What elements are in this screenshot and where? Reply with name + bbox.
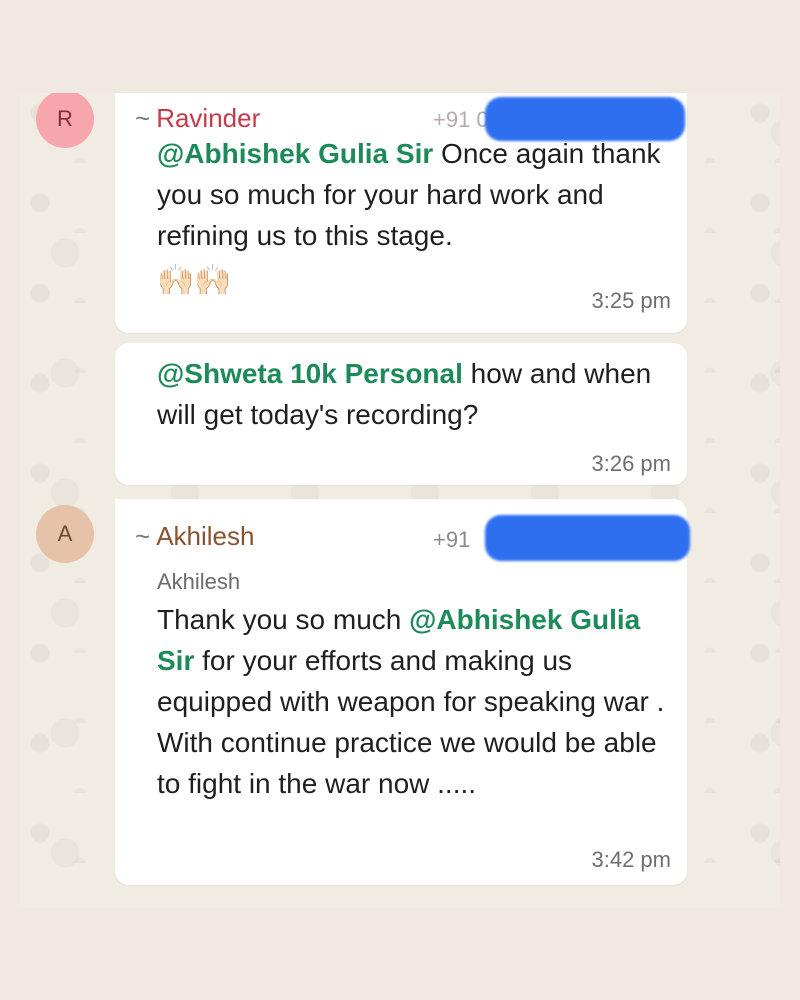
sender-name[interactable]: ~ Akhilesh (135, 521, 254, 552)
sender-label: Akhilesh (156, 521, 255, 551)
mention-link[interactable]: @Abhishek Gulia Sir (157, 138, 433, 169)
avatar-letter: A (57, 521, 73, 546)
message-bubble[interactable]: ~ Akhilesh +91 Akhilesh Thank you so much… (115, 499, 690, 885)
avatar[interactable]: R (36, 93, 94, 148)
avatar[interactable]: A (36, 505, 94, 563)
sender-label: Ravinder (156, 103, 261, 133)
sender-push-name: Akhilesh (157, 569, 241, 594)
chat-panel[interactable]: R ~ Ravinder +91 07 @Abhishek Gulia Sir O… (20, 93, 780, 908)
sender-name[interactable]: ~ Ravinder (135, 103, 260, 134)
mention-link[interactable]: @Shweta 10k Personal (157, 358, 463, 389)
message-bubble[interactable]: @Shweta 10k Personal how and when will g… (115, 343, 687, 485)
sender-phone: +91 (433, 527, 471, 552)
message-text: @Shweta 10k Personal how and when will g… (157, 353, 677, 435)
message-text: @Abhishek Gulia Sir Once again thank you… (157, 133, 677, 301)
sender-prefix: ~ (135, 521, 151, 551)
message-timestamp: 3:26 pm (591, 451, 672, 476)
message-body: With continue practice we would be able … (157, 727, 657, 799)
sender-prefix: ~ (135, 103, 151, 133)
message-text: Thank you so much @Abhishek Gulia Sir fo… (157, 599, 677, 804)
message-bubble[interactable]: ~ Ravinder +91 07 @Abhishek Gulia Sir Onc… (115, 93, 687, 333)
message-body: for your efforts and making us equipped … (157, 645, 665, 717)
message-timestamp: 3:42 pm (591, 847, 672, 872)
avatar-letter: R (57, 106, 73, 131)
message-body: Thank you so much (157, 604, 410, 635)
message-timestamp: 3:25 pm (591, 288, 672, 313)
redaction-mark (485, 515, 690, 561)
